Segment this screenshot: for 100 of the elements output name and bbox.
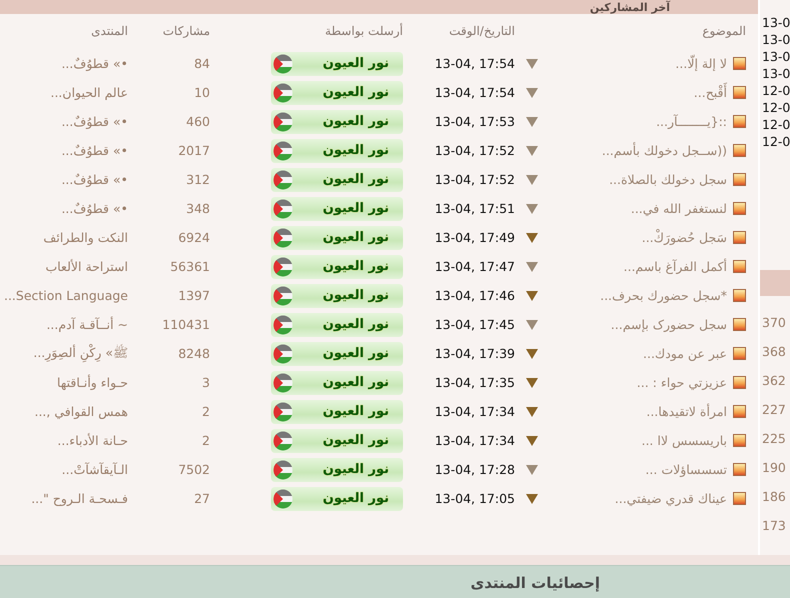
forum-link[interactable]: •» قطوُفٌ...	[61, 56, 128, 71]
flag-icon	[273, 402, 293, 422]
last-post-arrow-icon[interactable]	[526, 378, 538, 388]
topic-link[interactable]: تسسساؤلات ...	[645, 462, 733, 477]
forum-link[interactable]: النكت والطرائف	[43, 230, 128, 245]
topic-icon	[733, 202, 746, 215]
last-post-arrow-icon[interactable]	[526, 262, 538, 272]
last-post-arrow-icon[interactable]	[526, 406, 538, 416]
topic-link[interactable]: امرأة لاتقيدها...	[646, 404, 733, 419]
username-badge[interactable]: نور العيون	[271, 196, 403, 220]
username-badge[interactable]: نور العيون	[271, 168, 403, 192]
side-date: 13-0	[761, 48, 790, 65]
last-post-arrow-icon[interactable]	[526, 146, 538, 156]
forum-link[interactable]: •» قطوُفٌ...	[61, 114, 128, 129]
last-post-arrow-icon[interactable]	[526, 290, 538, 300]
side-date: 12-0	[761, 133, 790, 150]
topic-link[interactable]: أكمل الفرآغ باسم...	[624, 259, 733, 274]
last-post-arrow-icon[interactable]	[526, 88, 538, 98]
username-badge[interactable]: نور العيون	[271, 400, 403, 424]
post-count: 2	[202, 404, 210, 419]
topic-link[interactable]: لنستغفر الله في...	[630, 201, 733, 216]
post-count: 10	[194, 85, 210, 100]
post-count: 110431	[162, 317, 210, 332]
username-badge[interactable]: نور العيون	[271, 110, 403, 134]
last-post-arrow-icon[interactable]	[526, 174, 538, 184]
username-badge[interactable]: نور العيون	[271, 284, 403, 308]
topic-link[interactable]: عبر عن مودك...	[643, 346, 733, 361]
post-count: 27	[194, 491, 210, 506]
forum-link[interactable]: الـآيقآشآتْ...	[62, 462, 128, 477]
post-count: 6924	[178, 230, 210, 245]
username-badge[interactable]: نور العيون	[271, 428, 403, 452]
topic-link[interactable]: ((ســجل دخولك بأسم...	[602, 143, 733, 158]
username-badge[interactable]: نور العيون	[271, 458, 403, 482]
flag-icon	[273, 228, 293, 248]
post-date: 13-04, 17:49	[434, 230, 515, 245]
flag-icon	[273, 430, 293, 450]
username-badge[interactable]: نور العيون	[271, 486, 403, 510]
topic-link[interactable]: باريسسس لاا ...	[641, 433, 733, 448]
side-count: 227	[761, 401, 787, 419]
username-badge[interactable]: نور العيون	[271, 52, 403, 76]
topic-icon	[733, 57, 746, 70]
last-post-arrow-icon[interactable]	[526, 58, 538, 68]
last-post-arrow-icon[interactable]	[526, 464, 538, 474]
topic-icon	[733, 115, 746, 128]
topic-icon	[733, 260, 746, 273]
username-badge[interactable]: نور العيون	[271, 370, 403, 394]
username-badge[interactable]: نور العيون	[271, 254, 403, 278]
topic-link[interactable]: سجل حضورک بإسم...	[610, 317, 733, 332]
forum-link[interactable]: Section Language...	[4, 288, 128, 303]
forum-link[interactable]: ﷺ» رِكْنِ ألصِوَرِ...	[33, 344, 128, 362]
post-count: 312	[186, 172, 210, 187]
last-post-arrow-icon[interactable]	[526, 116, 538, 126]
flag-icon	[273, 460, 293, 480]
topic-link[interactable]: عزيزتي حواء : ...	[636, 375, 733, 390]
username-badge[interactable]: نور العيون	[271, 226, 403, 250]
forum-link[interactable]: استراحة الألعاب	[45, 259, 128, 274]
last-post-arrow-icon[interactable]	[526, 232, 538, 242]
username-badge[interactable]: نور العيون	[271, 342, 403, 366]
last-post-arrow-icon[interactable]	[526, 436, 538, 446]
column-header: الموضوع	[702, 24, 746, 38]
last-post-arrow-icon[interactable]	[526, 320, 538, 330]
username-badge[interactable]: نور العيون	[271, 312, 403, 336]
post-count: 460	[186, 114, 210, 129]
post-date: 13-04, 17:54	[434, 85, 515, 100]
topic-link[interactable]: سَجل حُضورَكْ...	[642, 230, 733, 245]
last-post-arrow-icon[interactable]	[526, 494, 538, 504]
forum-link[interactable]: •» قطوُفٌ...	[61, 143, 128, 158]
forum-link[interactable]: ~ أنــآقـة آدم...	[46, 317, 128, 332]
username-badge[interactable]: نور العيون	[271, 138, 403, 162]
forum-link[interactable]: حـانة الأدباء...	[57, 433, 128, 448]
forum-link[interactable]: •» قطوُفٌ...	[61, 201, 128, 216]
flag-icon	[273, 54, 293, 74]
flag-icon	[273, 286, 293, 306]
topic-link[interactable]: *سجل حضورك بحرف...	[600, 288, 733, 303]
topic-link[interactable]: ::{يــــــــآر...	[656, 114, 733, 129]
flag-icon	[273, 256, 293, 276]
forum-link[interactable]: فـسحـة الـروح "...	[31, 491, 128, 506]
side-date: 13-0	[761, 14, 790, 31]
last-post-arrow-icon[interactable]	[526, 204, 538, 214]
column-header: المنتدى	[91, 24, 128, 38]
topic-icon	[733, 376, 746, 389]
flag-icon	[273, 372, 293, 392]
topic-icon	[733, 463, 746, 476]
side-date: 13-0	[761, 65, 790, 82]
forum-link[interactable]: عالم الحيوان...	[50, 85, 128, 100]
topic-link[interactable]: سجل دخولك بالصلاة...	[609, 172, 733, 187]
topic-link[interactable]: أَقْبح...	[694, 85, 733, 100]
side-date: 12-0	[761, 82, 790, 99]
side-date: 12-0	[761, 116, 790, 133]
flag-icon	[273, 170, 293, 190]
topic-link[interactable]: عيناك قدري ضيفتي...	[614, 491, 733, 506]
last-post-arrow-icon[interactable]	[526, 348, 538, 358]
topic-link[interactable]: لا إلة إلّا...	[675, 56, 733, 71]
username-badge[interactable]: نور العيون	[271, 80, 403, 104]
post-count: 3	[202, 375, 210, 390]
forum-link[interactable]: •» قطوُفٌ...	[61, 172, 128, 187]
forum-link[interactable]: همس القوافي ,...	[34, 404, 128, 419]
forum-link[interactable]: حـواء وأنـاقتها	[57, 375, 128, 390]
post-date: 13-04, 17:35	[434, 375, 515, 390]
side-count: 368	[761, 343, 787, 361]
